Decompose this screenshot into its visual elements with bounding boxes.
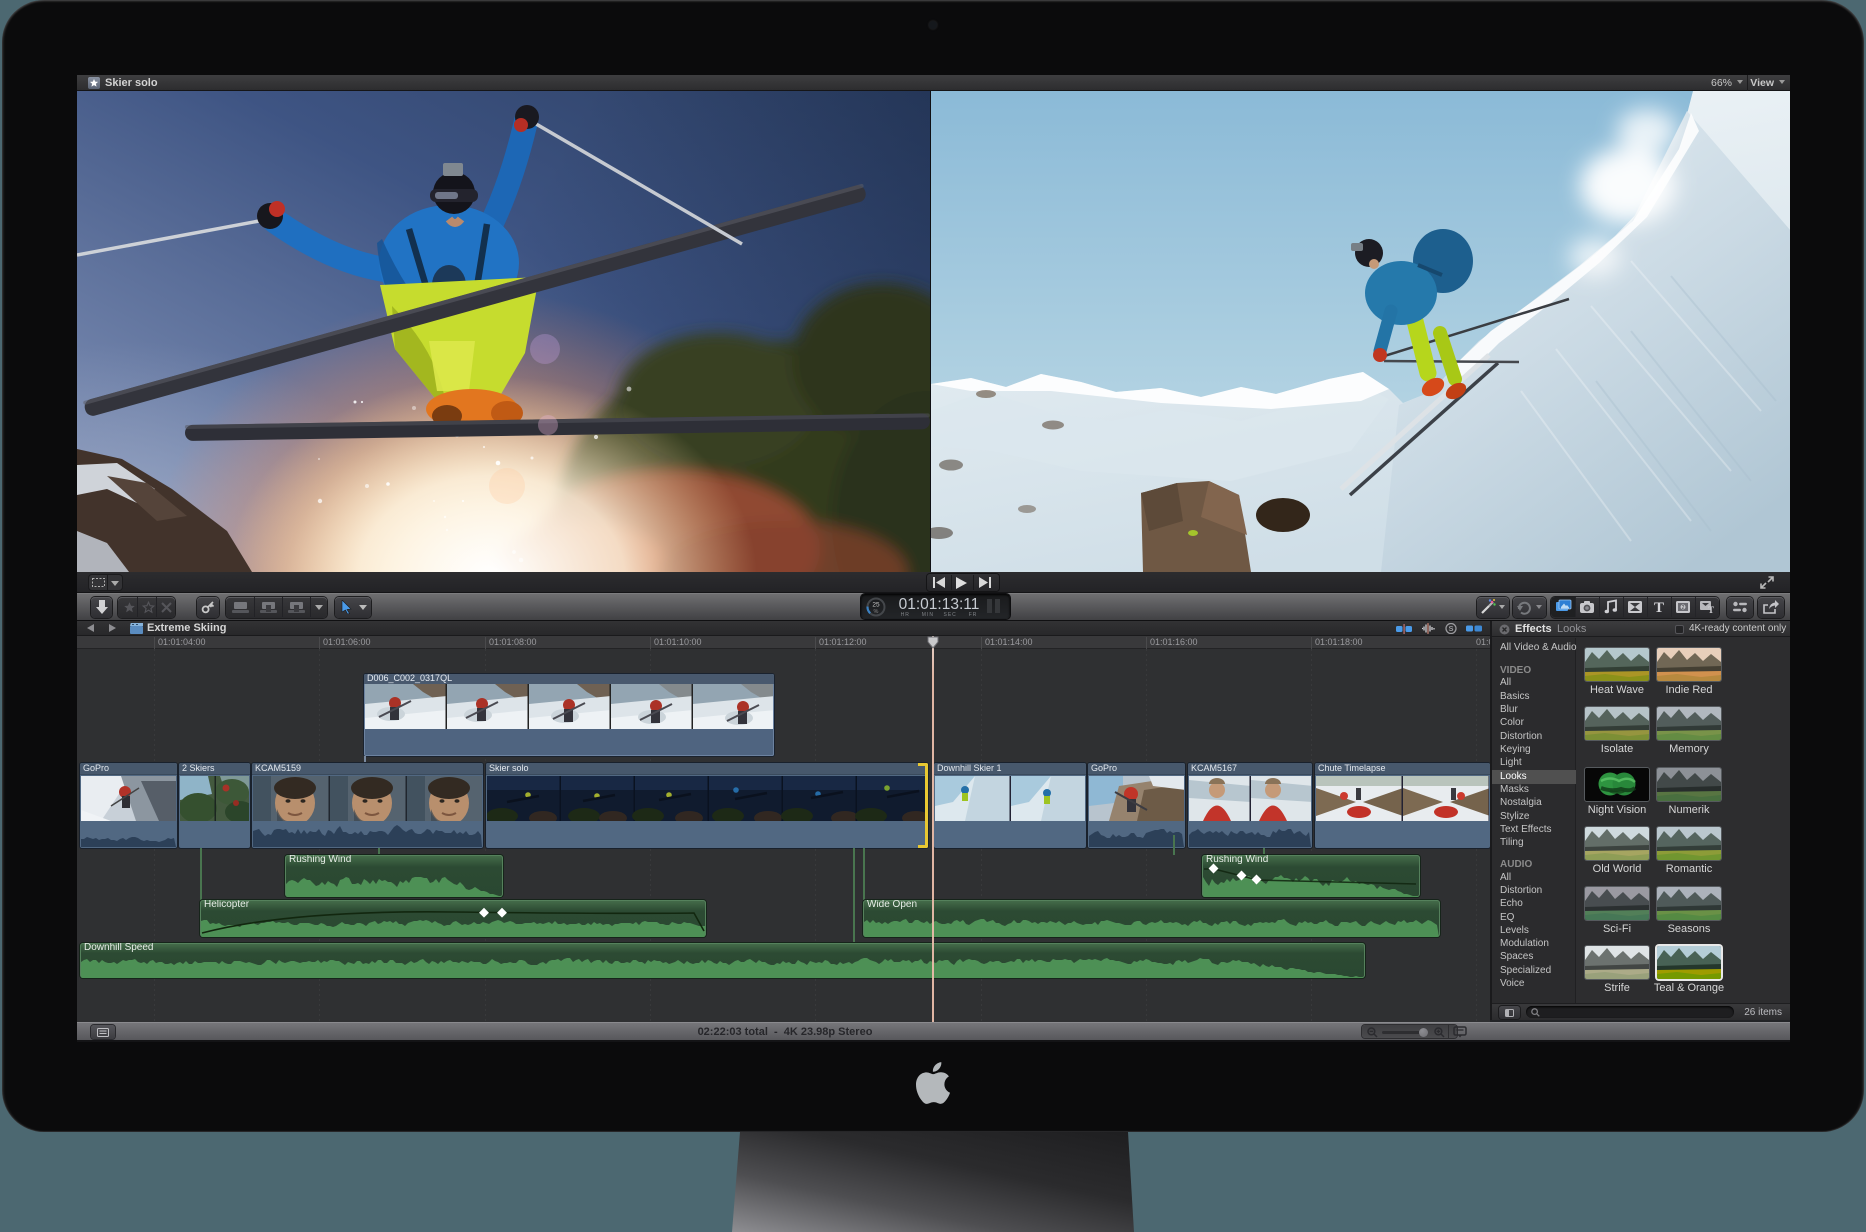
svg-text:%: % <box>874 609 879 615</box>
svg-text:S: S <box>1448 624 1453 633</box>
svg-text:T: T <box>1708 605 1714 615</box>
svg-text:25: 25 <box>872 601 880 608</box>
svg-text:2: 2 <box>1682 605 1685 611</box>
svg-text:T: T <box>1654 600 1664 616</box>
